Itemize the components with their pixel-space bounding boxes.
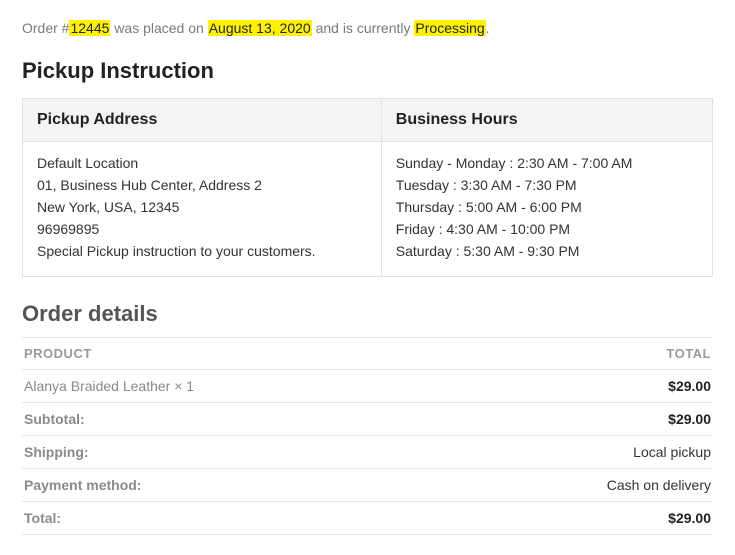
order-status-value: Processing: [414, 20, 485, 36]
order-details-heading: Order details: [22, 301, 713, 327]
business-hours-line: Tuesday : 3:30 AM - 7:30 PM: [396, 174, 698, 196]
totals-label: Subtotal:: [22, 403, 448, 436]
pickup-address-cell: Default Location01, Business Hub Center,…: [23, 142, 382, 277]
totals-label: Shipping:: [22, 436, 448, 469]
business-hours-line: Thursday : 5:00 AM - 6:00 PM: [396, 196, 698, 218]
order-status-mid1: was placed on: [110, 20, 207, 36]
totals-row: Subtotal:$29.00: [22, 403, 713, 436]
order-status-line: Order #12445 was placed on August 13, 20…: [22, 20, 713, 36]
totals-row: Shipping:Local pickup: [22, 436, 713, 469]
totals-row: Total:$29.00: [22, 502, 713, 535]
pickup-address-header: Pickup Address: [23, 99, 382, 142]
business-hours-cell: Sunday - Monday : 2:30 AM - 7:00 AMTuesd…: [381, 142, 712, 277]
totals-value: $29.00: [448, 502, 713, 535]
pickup-address-line: New York, USA, 12345: [37, 196, 367, 218]
totals-label: Total:: [22, 502, 448, 535]
line-item-row: Alanya Braided Leather × 1$29.00: [22, 370, 713, 403]
totals-value: Local pickup: [448, 436, 713, 469]
col-product: PRODUCT: [22, 338, 448, 370]
order-status-suffix: .: [486, 20, 490, 36]
pickup-address-line: 01, Business Hub Center, Address 2: [37, 174, 367, 196]
order-status-prefix: Order #: [22, 20, 69, 36]
business-hours-line: Friday : 4:30 AM - 10:00 PM: [396, 218, 698, 240]
order-number: 12445: [69, 20, 110, 36]
pickup-address-line: Special Pickup instruction to your custo…: [37, 240, 367, 262]
order-date: August 13, 2020: [208, 20, 312, 36]
line-item-name: Alanya Braided Leather × 1: [22, 370, 448, 403]
pickup-address-line: Default Location: [37, 152, 367, 174]
order-details-table: PRODUCT TOTAL Alanya Braided Leather × 1…: [22, 337, 713, 535]
business-hours-header: Business Hours: [381, 99, 712, 142]
totals-label: Payment method:: [22, 469, 448, 502]
line-item-total: $29.00: [448, 370, 713, 403]
business-hours-line: Saturday : 5:30 AM - 9:30 PM: [396, 240, 698, 262]
col-total: TOTAL: [448, 338, 713, 370]
pickup-heading: Pickup Instruction: [22, 58, 713, 84]
business-hours-line: Sunday - Monday : 2:30 AM - 7:00 AM: [396, 152, 698, 174]
totals-value: $29.00: [448, 403, 713, 436]
totals-row: Payment method:Cash on delivery: [22, 469, 713, 502]
totals-value: Cash on delivery: [448, 469, 713, 502]
pickup-table: Pickup Address Business Hours Default Lo…: [22, 98, 713, 277]
order-status-mid2: and is currently: [312, 20, 415, 36]
pickup-address-line: 96969895: [37, 218, 367, 240]
